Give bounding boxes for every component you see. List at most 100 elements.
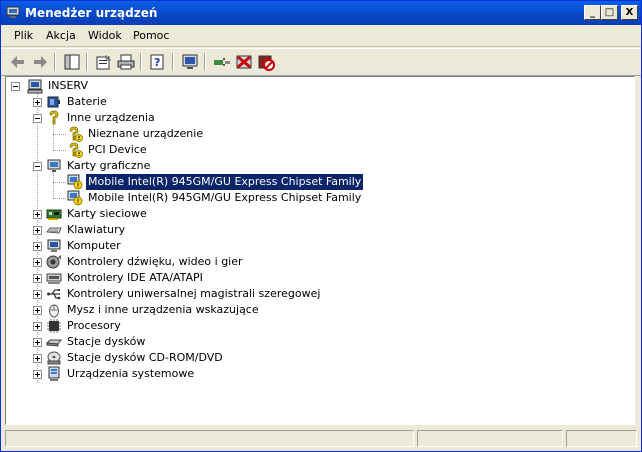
console-tree-icon[interactable] (62, 52, 82, 72)
back-icon[interactable] (8, 52, 28, 72)
ide-controller-icon (46, 270, 62, 286)
expand-toggle[interactable] (33, 98, 42, 107)
computer-icon (46, 238, 62, 254)
tree-item-kontrolery-ide[interactable]: Kontrolery IDE ATA/ATAPI (6, 270, 626, 286)
device-manager-window: Menedżer urządzeń _ □ X Plik Akcja Widok… (0, 0, 642, 452)
expand-toggle[interactable] (33, 370, 42, 379)
tree-item-label: Karty sieciowe (67, 207, 147, 220)
tree-child-display-adapter-1[interactable]: Mobile Intel(R) 945GM/GU Express Chipset… (6, 174, 626, 190)
display-warning-icon (67, 190, 83, 206)
tree-item-label: Klawiatury (67, 223, 126, 236)
status-bar (1, 428, 641, 450)
tree-child-label: Mobile Intel(R) 945GM/GU Express Chipset… (88, 191, 362, 204)
svg-text:?: ? (154, 56, 160, 69)
minimize-button[interactable]: _ (584, 5, 601, 20)
expand-toggle[interactable] (33, 306, 42, 315)
tree-item-label: Urządzenia systemowe (67, 367, 195, 380)
processor-icon (46, 318, 62, 334)
collapse-toggle[interactable] (33, 114, 42, 123)
expand-toggle[interactable] (33, 242, 42, 251)
expand-toggle[interactable] (33, 290, 42, 299)
display-adapter-icon (46, 158, 62, 174)
tree-child-label: PCI Device (88, 143, 147, 156)
close-button[interactable]: X (621, 5, 638, 20)
unknown-device-icon (67, 142, 83, 158)
tree-child-nieznane-urzadzenie[interactable]: Nieznane urządzenie (6, 126, 626, 142)
expand-toggle[interactable] (33, 258, 42, 267)
help-icon[interactable]: ? (148, 52, 168, 72)
tree-item-label: Mysz i inne urządzenia wskazujące (67, 303, 259, 316)
status-panel-main (5, 430, 414, 447)
battery-icon (46, 94, 62, 110)
tree-item-label: Inne urządzenia (67, 111, 155, 124)
tree-item-stacje-dyskow[interactable]: Stacje dysków (6, 334, 626, 350)
tree-item-label: Kontrolery IDE ATA/ATAPI (67, 271, 203, 284)
tree-item-urzadzenia-systemowe[interactable]: Urządzenia systemowe (6, 366, 626, 382)
menu-pomoc[interactable]: Pomoc (128, 29, 174, 43)
disk-drive-icon (46, 334, 62, 350)
toolbar-separator (86, 53, 88, 71)
collapse-toggle[interactable] (11, 82, 20, 91)
tree-item-label: Baterie (67, 95, 107, 108)
keyboard-icon (46, 222, 62, 238)
forward-icon[interactable] (30, 52, 50, 72)
tree-root-label: INSERV (48, 79, 88, 92)
toolbar-separator (54, 53, 56, 71)
sound-icon (46, 254, 62, 270)
uninstall-icon[interactable] (234, 52, 254, 72)
tree-item-label: Stacje dysków (67, 335, 146, 348)
menu-plik[interactable]: Plik (9, 29, 38, 43)
tree-item-kontrolery-dzwieku[interactable]: Kontrolery dźwięku, wideo i gier (6, 254, 626, 270)
expand-toggle[interactable] (33, 226, 42, 235)
tree-item-label: Procesory (67, 319, 121, 332)
toolbar: ? (1, 48, 641, 76)
tree-item-komputer[interactable]: Komputer (6, 238, 626, 254)
window-title: Menedżer urządzeń (25, 6, 158, 20)
expand-toggle[interactable] (33, 354, 42, 363)
network-adapter-icon (46, 206, 62, 222)
tree-item-procesory[interactable]: Procesory (6, 318, 626, 334)
expand-toggle[interactable] (33, 274, 42, 283)
toolbar-separator (172, 53, 174, 71)
expand-toggle[interactable] (33, 338, 42, 347)
tree-item-baterie[interactable]: Baterie (6, 94, 626, 110)
tree-item-kontrolery-usb[interactable]: Kontrolery uniwersalnej magistrali szere… (6, 286, 626, 302)
print-icon[interactable] (116, 52, 136, 72)
mouse-icon (46, 302, 62, 318)
tree-item-mysz[interactable]: Mysz i inne urządzenia wskazujące (6, 302, 626, 318)
unknown-device-icon (67, 126, 83, 142)
status-panel (566, 430, 637, 447)
menu-akcja[interactable]: Akcja (41, 29, 81, 43)
tree-item-stacje-cdrom[interactable]: Stacje dysków CD-ROM/DVD (6, 350, 626, 366)
tree-root[interactable]: INSERV (6, 78, 626, 94)
tree-child-label: Mobile Intel(R) 945GM/GU Express Chipset… (86, 174, 364, 190)
menu-bar: Plik Akcja Widok Pomoc (1, 26, 641, 47)
disable-icon[interactable] (256, 52, 276, 72)
device-manager-icon (6, 6, 20, 18)
properties-icon[interactable] (94, 52, 114, 72)
tree-item-klawiatury[interactable]: Klawiatury (6, 222, 626, 238)
expand-toggle[interactable] (33, 322, 42, 331)
tree-item-karty-graficzne[interactable]: Karty graficzne (6, 158, 626, 174)
tree-item-inne-urzadzenia[interactable]: Inne urządzenia (6, 110, 626, 126)
tree-child-display-adapter-2[interactable]: Mobile Intel(R) 945GM/GU Express Chipset… (6, 190, 626, 206)
title-bar[interactable]: Menedżer urządzeń _ □ X (1, 1, 641, 25)
tree-child-label: Nieznane urządzenie (88, 127, 204, 140)
tree-item-label: Komputer (67, 239, 121, 252)
maximize-button[interactable]: □ (601, 5, 618, 20)
device-tree-panel[interactable]: INSERV Baterie Inne urządzenia Nieznane … (5, 76, 635, 425)
expand-toggle[interactable] (33, 210, 42, 219)
tree-item-label: Stacje dysków CD-ROM/DVD (67, 351, 223, 364)
tree-child-pci-device[interactable]: PCI Device (6, 142, 626, 158)
display-warning-icon (67, 174, 83, 190)
cdrom-icon (46, 350, 62, 366)
unknown-device-icon (46, 110, 62, 126)
collapse-toggle[interactable] (33, 162, 42, 171)
status-panel (417, 430, 563, 447)
scan-hardware-icon[interactable] (180, 52, 200, 72)
menu-widok[interactable]: Widok (83, 29, 127, 43)
computer-icon (27, 78, 43, 94)
update-driver-icon[interactable] (212, 52, 232, 72)
tree-item-karty-sieciowe[interactable]: Karty sieciowe (6, 206, 626, 222)
tree-item-label: Kontrolery uniwersalnej magistrali szere… (67, 287, 321, 300)
